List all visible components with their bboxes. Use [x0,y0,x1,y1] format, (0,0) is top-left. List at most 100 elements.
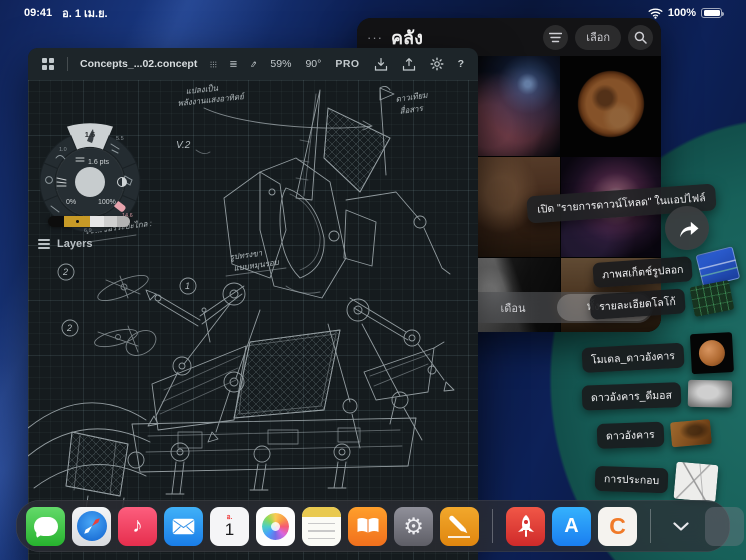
annotation-solar-line1: แปลงเป็น [185,83,219,96]
opacity-min: 0% [66,199,76,206]
drag-label: การประกอบ [595,466,669,494]
calendar-app[interactable]: อ. 1 [210,507,249,546]
pen-icon [448,514,466,532]
layers-label: Layers [57,238,92,250]
opacity-max: 100% [98,199,116,206]
drag-label: โมเดล_ดาวอังคาร [581,342,684,372]
badge-number-2b: 2 [66,323,72,333]
help-button[interactable]: ? [458,58,464,70]
swatch-light-gray[interactable] [104,216,117,227]
annotation-satellite-line1: ดาวเทียม [395,90,429,103]
app-store-app[interactable]: A [552,507,591,546]
select-button[interactable]: เลือก [575,25,621,50]
wheel-size-2: 5.5 [116,136,124,142]
divider [67,57,68,71]
music-note-icon: ♪ [132,514,143,538]
drag-item-mars-model[interactable]: โมเดล_ดาวอังคาร [581,332,734,380]
calendar-day: 1 [225,521,234,539]
badge-number-1: 1 [185,281,190,291]
drag-item-assembly[interactable]: การประกอบ [594,460,717,501]
wheel-center-button [75,167,105,197]
search-icon [634,31,647,44]
dock-divider [650,509,651,543]
layers-panel-toggle[interactable]: Layers [38,238,92,250]
share-button[interactable] [665,206,709,250]
safari-app[interactable] [72,507,111,546]
speech-bubble-icon [34,517,58,536]
pro-badge[interactable]: PRO [335,58,359,70]
app-library[interactable] [705,507,744,546]
open-book-icon [356,517,380,535]
notes-app[interactable] [302,507,341,546]
settings-app[interactable]: ⚙ [394,507,433,546]
photos-app[interactable] [256,507,295,546]
ipad-screen: 09:41 อ. 1 เม.ย. 100% ··· คลัง เลือก [0,0,746,560]
filter-icon [549,32,562,43]
dock-collapse-button[interactable] [664,507,698,546]
messages-app[interactable] [26,507,65,546]
drawing-app[interactable] [440,507,479,546]
rocket-app[interactable] [506,507,545,546]
circuit-thumbnail [689,280,734,317]
wheel-size-3: 6.9 [84,228,92,234]
wifi-icon [648,7,663,19]
drag-label: รายละเอียดโลโก้ [589,288,685,320]
notes-line [308,523,335,525]
active-size-label: 1.6 [85,130,95,139]
date: อ. 1 เม.ย. [62,4,107,22]
color-palette-bar[interactable] [48,216,130,227]
wheel-size-1: 1.0 [59,147,67,153]
window-options-icon[interactable]: ··· [367,30,383,45]
gallery-icon[interactable] [42,58,54,70]
concepts-window: Concepts_...02.concept 59% 90° PRO [28,48,478,560]
layers-list-icon[interactable] [230,58,237,70]
notes-line [308,530,335,532]
battery-percent: 100% [668,7,696,19]
forward-arrow-icon [674,217,700,239]
stroke-size-value: 1.6 pts [88,159,110,166]
compass-icon [77,511,107,541]
drag-item-mars[interactable]: ดาวอังคาร [597,420,711,449]
tab-months[interactable]: เดือน [469,299,557,317]
chevron-down-icon [673,522,689,531]
annotation-version: V.2 [176,140,191,151]
concepts-toolbar: Concepts_...02.concept 59% 90° PRO [28,48,478,80]
music-app[interactable]: ♪ [118,507,157,546]
appstore-a-icon: A [564,515,578,538]
dots-grid-icon[interactable] [210,58,217,71]
status-bar: 09:41 อ. 1 เม.ย. 100% [0,4,746,22]
drag-label: ดาวอังคาร [597,422,664,449]
books-app[interactable] [348,507,387,546]
import-icon[interactable] [374,58,388,71]
pen-underline [448,536,470,538]
zoom-level[interactable]: 59% [270,58,291,70]
layers-icon [38,239,50,249]
swatch-black[interactable] [48,216,64,227]
drag-item-mars-deimos[interactable]: ดาวอังคาร_ดีมอส [582,379,733,411]
filter-button[interactable] [543,25,568,50]
mail-app[interactable] [164,507,203,546]
notes-header-strip [302,507,341,517]
swatch-gray[interactable] [117,216,130,227]
photos-flower-icon [262,513,289,540]
export-icon[interactable] [402,58,416,71]
rotation-angle[interactable]: 90° [305,58,321,70]
drag-label: ภาพสเก็ตช์รูปลอก [592,256,693,288]
dock: ♪ อ. 1 ⚙ [16,500,730,552]
rocket-icon [515,514,537,538]
swatch-gold-selected[interactable] [64,216,90,227]
gear-icon: ⚙ [403,513,424,540]
annotation-satellite-line2: สื่อสาร [399,102,425,116]
mars-model-thumbnail [690,332,734,374]
pen-nib-icon[interactable] [250,57,257,71]
settings-gear-icon[interactable] [430,57,444,71]
swatch-white[interactable] [90,216,104,227]
search-button[interactable] [628,25,653,50]
clock: 09:41 [24,7,52,19]
deimos-thumbnail [688,380,732,408]
mars-surface-thumbnail [670,419,712,447]
document-title[interactable]: Concepts_...02.concept [80,58,197,70]
drawing-canvas[interactable]: แปลงเป็น พลังงานแสงอาทิตย์ ดาวเทียม สื่อ… [28,80,478,560]
concepts-app[interactable]: C [598,507,637,546]
battery-icon [701,8,722,19]
